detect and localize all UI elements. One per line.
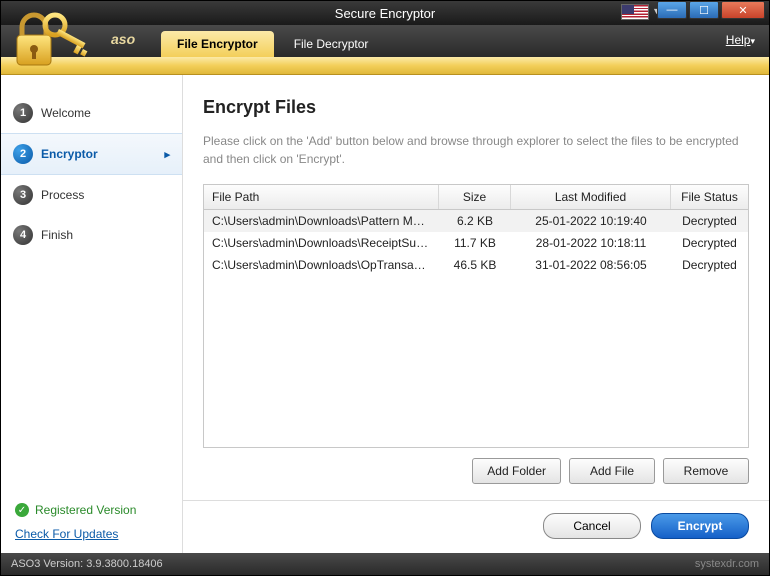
version-label: ASO3 Version: 3.9.3800.18406 bbox=[11, 558, 163, 570]
step-number-icon: 1 bbox=[13, 103, 33, 123]
app-window: Secure Encryptor ▼ — ☐ ✕ aso bbox=[0, 0, 770, 576]
close-button[interactable]: ✕ bbox=[721, 1, 765, 19]
watermark: systexdr.com bbox=[695, 558, 759, 570]
step-label: Process bbox=[41, 188, 84, 202]
padlock-key-icon bbox=[7, 7, 93, 71]
help-menu[interactable]: Help bbox=[726, 33, 755, 47]
check-updates-link[interactable]: Check For Updates bbox=[15, 527, 118, 541]
window-title: Secure Encryptor bbox=[335, 6, 435, 21]
table-body: C:\Users\admin\Downloads\Pattern Mat... … bbox=[204, 210, 748, 447]
wizard-sidebar: 1 Welcome 2 Encryptor 3 Process 4 Finish… bbox=[1, 75, 183, 553]
titlebar: Secure Encryptor ▼ — ☐ ✕ bbox=[1, 1, 769, 25]
cell-path: C:\Users\admin\Downloads\OpTransacti... bbox=[204, 254, 439, 276]
cell-size: 11.7 KB bbox=[439, 232, 511, 254]
window-controls: — ☐ ✕ bbox=[657, 1, 765, 19]
col-header-size[interactable]: Size bbox=[439, 185, 511, 209]
table-row[interactable]: C:\Users\admin\Downloads\ReceiptSum... 1… bbox=[204, 232, 748, 254]
add-folder-button[interactable]: Add Folder bbox=[472, 458, 561, 484]
cell-status: Decrypted bbox=[671, 210, 748, 232]
page-description: Please click on the 'Add' button below a… bbox=[203, 132, 749, 168]
cell-path: C:\Users\admin\Downloads\Pattern Mat... bbox=[204, 210, 439, 232]
gold-accent-bar bbox=[1, 57, 769, 75]
table-row[interactable]: C:\Users\admin\Downloads\Pattern Mat... … bbox=[204, 210, 748, 232]
encrypt-button[interactable]: Encrypt bbox=[651, 513, 749, 539]
registration-label: Registered Version bbox=[35, 503, 136, 517]
check-icon: ✓ bbox=[15, 503, 29, 517]
wizard-action-row: Cancel Encrypt bbox=[203, 513, 749, 539]
step-label: Encryptor bbox=[41, 147, 98, 161]
maximize-button[interactable]: ☐ bbox=[689, 1, 719, 19]
file-action-row: Add Folder Add File Remove bbox=[203, 458, 749, 484]
language-flag-us[interactable] bbox=[621, 4, 649, 20]
brand-logo: aso bbox=[111, 31, 135, 47]
minimize-button[interactable]: — bbox=[657, 1, 687, 19]
remove-button[interactable]: Remove bbox=[663, 458, 749, 484]
step-encryptor[interactable]: 2 Encryptor bbox=[1, 133, 182, 175]
cell-modified: 25-01-2022 10:19:40 bbox=[511, 210, 671, 232]
table-header: File Path Size Last Modified File Status bbox=[204, 185, 748, 210]
step-label: Finish bbox=[41, 228, 73, 242]
cell-modified: 28-01-2022 10:18:11 bbox=[511, 232, 671, 254]
table-row[interactable]: C:\Users\admin\Downloads\OpTransacti... … bbox=[204, 254, 748, 276]
main-pane: Encrypt Files Please click on the 'Add' … bbox=[183, 75, 769, 553]
registration-status: ✓ Registered Version bbox=[1, 493, 182, 527]
col-header-status[interactable]: File Status bbox=[671, 185, 748, 209]
step-process[interactable]: 3 Process bbox=[1, 175, 182, 215]
cancel-button[interactable]: Cancel bbox=[543, 513, 641, 539]
col-header-modified[interactable]: Last Modified bbox=[511, 185, 671, 209]
cell-path: C:\Users\admin\Downloads\ReceiptSum... bbox=[204, 232, 439, 254]
step-label: Welcome bbox=[41, 106, 91, 120]
statusbar: ASO3 Version: 3.9.3800.18406 systexdr.co… bbox=[1, 553, 769, 575]
cell-modified: 31-01-2022 08:56:05 bbox=[511, 254, 671, 276]
page-title: Encrypt Files bbox=[203, 97, 749, 118]
cell-size: 6.2 KB bbox=[439, 210, 511, 232]
step-number-icon: 3 bbox=[13, 185, 33, 205]
cell-status: Decrypted bbox=[671, 232, 748, 254]
tab-file-decryptor[interactable]: File Decryptor bbox=[278, 31, 385, 57]
tabstrip: aso File Encryptor File Decryptor Help bbox=[1, 25, 769, 57]
body: 1 Welcome 2 Encryptor 3 Process 4 Finish… bbox=[1, 75, 769, 553]
file-table: File Path Size Last Modified File Status… bbox=[203, 184, 749, 448]
step-number-icon: 4 bbox=[13, 225, 33, 245]
add-file-button[interactable]: Add File bbox=[569, 458, 655, 484]
step-number-icon: 2 bbox=[13, 144, 33, 164]
step-welcome[interactable]: 1 Welcome bbox=[1, 93, 182, 133]
cell-status: Decrypted bbox=[671, 254, 748, 276]
col-header-path[interactable]: File Path bbox=[204, 185, 439, 209]
tab-file-encryptor[interactable]: File Encryptor bbox=[161, 31, 274, 57]
cell-size: 46.5 KB bbox=[439, 254, 511, 276]
divider bbox=[183, 500, 769, 501]
step-finish[interactable]: 4 Finish bbox=[1, 215, 182, 255]
